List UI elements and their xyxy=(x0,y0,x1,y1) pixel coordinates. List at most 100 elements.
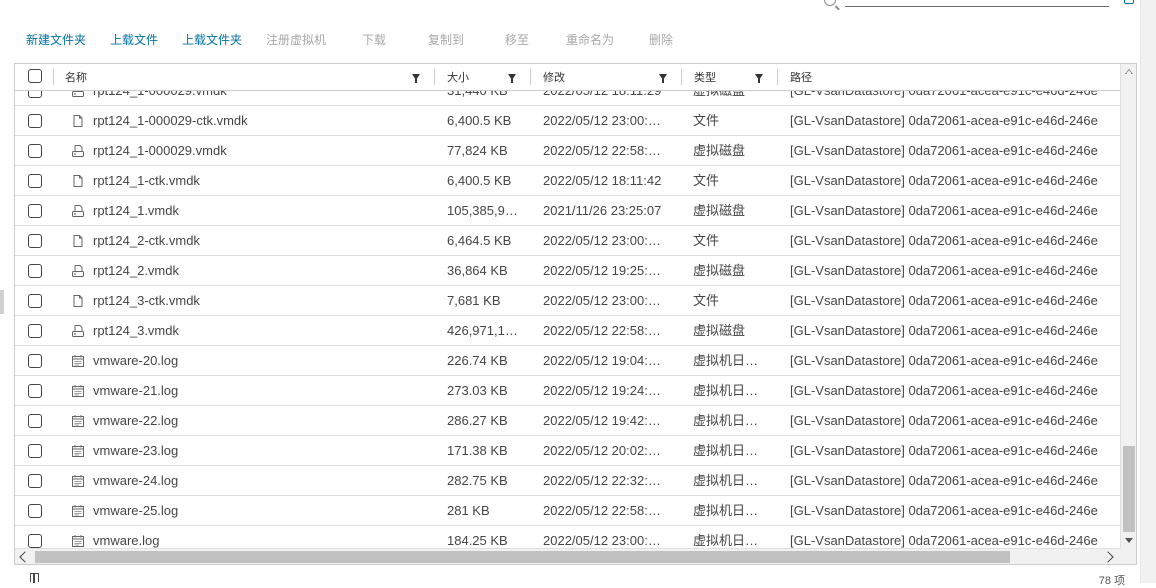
row-checkbox[interactable] xyxy=(28,294,42,308)
download-button[interactable]: 下载 xyxy=(362,31,428,48)
table-row[interactable]: vmware-22.log 286.27 KB 2022/05/12 19:42:…… xyxy=(15,406,1120,436)
vertical-scrollbar[interactable] xyxy=(1120,64,1136,548)
row-checkbox[interactable] xyxy=(28,534,42,548)
table-row[interactable]: rpt124_1-000029-ctk.vmdk 6,400.5 KB 2022/0… xyxy=(15,106,1120,136)
table-row[interactable]: vmware-20.log 226.74 KB 2022/05/12 19:04:…… xyxy=(15,346,1120,376)
rename-button[interactable]: 重命名为 xyxy=(566,31,649,48)
file-path: [GL-VsanDatastore] 0da72061-acea-e91c-e4… xyxy=(790,263,1098,278)
row-checkbox[interactable] xyxy=(28,414,42,428)
file-name[interactable]: vmware-21.log xyxy=(93,376,433,405)
file-name[interactable]: rpt124_1-ctk.vmdk xyxy=(93,166,433,195)
column-toggle-icon[interactable] xyxy=(30,573,39,583)
table-row[interactable]: rpt124_1-ctk.vmdk 6,400.5 KB 2022/05/12 18… xyxy=(15,166,1120,196)
scroll-down-icon[interactable] xyxy=(1125,538,1133,543)
row-checkbox[interactable] xyxy=(28,444,42,458)
panel-resize-handle[interactable] xyxy=(0,290,4,314)
column-divider[interactable] xyxy=(777,69,778,85)
file-name[interactable]: vmware-25.log xyxy=(93,496,433,525)
file-name[interactable]: rpt124_3-ctk.vmdk xyxy=(93,286,433,315)
row-checkbox[interactable] xyxy=(28,354,42,368)
file-name[interactable]: vmware.log xyxy=(93,526,433,548)
file-name[interactable]: rpt124_3.vmdk xyxy=(93,316,433,345)
file-type: 虚拟机日… xyxy=(693,413,759,428)
file-toolbar: 新建文件夹 上载文件 上载文件夹 注册虚拟机 下载 复制到 移至 重命名为 删除 xyxy=(26,30,689,48)
scroll-left-icon[interactable] xyxy=(19,551,31,563)
file-name[interactable]: vmware-24.log xyxy=(93,466,433,495)
table-row[interactable]: vmware.log 184.25 KB 2022/05/12 23:00:… 虚拟机… xyxy=(15,526,1120,548)
file-name[interactable]: rpt124_1-000029.vmdk xyxy=(93,136,433,165)
scroll-right-icon[interactable] xyxy=(1102,551,1114,563)
column-divider[interactable] xyxy=(681,69,682,85)
row-checkbox[interactable] xyxy=(28,204,42,218)
row-checkbox[interactable] xyxy=(28,384,42,398)
search-input[interactable] xyxy=(845,0,1109,7)
upload-folder-button[interactable]: 上载文件夹 xyxy=(182,31,266,48)
row-checkbox[interactable] xyxy=(28,264,42,278)
column-divider[interactable] xyxy=(530,69,531,85)
row-checkbox[interactable] xyxy=(28,474,42,488)
file-path: [GL-VsanDatastore] 0da72061-acea-e91c-e4… xyxy=(790,143,1098,158)
log-file-icon xyxy=(71,414,85,428)
file-modified: 2022/05/12 22:58:… xyxy=(543,323,661,338)
delete-button[interactable]: 删除 xyxy=(649,31,689,48)
table-row[interactable]: vmware-23.log 171.38 KB 2022/05/12 20:02:…… xyxy=(15,436,1120,466)
row-checkbox[interactable] xyxy=(28,144,42,158)
log-file-icon xyxy=(71,444,85,458)
column-header-type[interactable]: 类型 xyxy=(694,64,716,90)
table-row[interactable]: vmware-24.log 282.75 KB 2022/05/12 22:32:…… xyxy=(15,466,1120,496)
copy-to-button[interactable]: 复制到 xyxy=(428,31,505,48)
row-checkbox[interactable] xyxy=(28,504,42,518)
row-checkbox[interactable] xyxy=(28,114,42,128)
column-header-path[interactable]: 路径 xyxy=(790,64,812,90)
upload-file-button[interactable]: 上载文件 xyxy=(110,31,182,48)
column-header-name[interactable]: 名称 xyxy=(65,64,87,90)
file-path: [GL-VsanDatastore] 0da72061-acea-e91c-e4… xyxy=(790,113,1098,128)
file-name[interactable]: rpt124_1.vmdk xyxy=(93,196,433,225)
filter-icon[interactable] xyxy=(755,74,763,83)
table-row[interactable]: rpt124_2.vmdk 36,864 KB 2022/05/12 19:25:…… xyxy=(15,256,1120,286)
column-header-size[interactable]: 大小 xyxy=(447,64,469,90)
table-row[interactable]: vmware-21.log 273.03 KB 2022/05/12 19:24:…… xyxy=(15,376,1120,406)
column-divider[interactable] xyxy=(434,69,435,85)
filter-icon[interactable] xyxy=(659,74,667,83)
row-checkbox[interactable] xyxy=(28,91,42,98)
row-checkbox[interactable] xyxy=(28,234,42,248)
table-row[interactable]: rpt124_2-ctk.vmdk 6,464.5 KB 2022/05/12 23… xyxy=(15,226,1120,256)
table-row[interactable]: rpt124_1.vmdk 105,385,9… 2021/11/26 23:25:… xyxy=(15,196,1120,226)
file-name[interactable]: rpt124_1-000029.vmdk xyxy=(93,91,433,105)
file-size: 36,864 KB xyxy=(447,263,508,278)
horizontal-scroll-thumb[interactable] xyxy=(35,551,1010,563)
table-row[interactable]: rpt124_3.vmdk 426,971,1… 2022/05/12 22:58:… xyxy=(15,316,1120,346)
move-to-button[interactable]: 移至 xyxy=(505,31,566,48)
file-path: [GL-VsanDatastore] 0da72061-acea-e91c-e4… xyxy=(790,293,1098,308)
file-size: 77,824 KB xyxy=(447,143,508,158)
file-name[interactable]: rpt124_2-ctk.vmdk xyxy=(93,226,433,255)
table-row[interactable]: vmware-25.log 281 KB 2022/05/12 22:58:… 虚拟机… xyxy=(15,496,1120,526)
select-all-checkbox[interactable] xyxy=(28,69,42,83)
row-checkbox[interactable] xyxy=(28,174,42,188)
column-header-modified[interactable]: 修改 xyxy=(543,64,565,90)
filter-icon[interactable] xyxy=(412,74,420,83)
row-checkbox[interactable] xyxy=(28,324,42,338)
file-size: 426,971,1… xyxy=(447,323,518,338)
file-name[interactable]: rpt124_1-000029-ctk.vmdk xyxy=(93,106,433,135)
file-path: [GL-VsanDatastore] 0da72061-acea-e91c-e4… xyxy=(790,473,1098,488)
file-type: 文件 xyxy=(693,233,720,248)
file-modified: 2022/05/12 22:58:… xyxy=(543,503,661,518)
file-name[interactable]: vmware-22.log xyxy=(93,406,433,435)
filter-icon[interactable] xyxy=(508,74,516,83)
new-folder-button[interactable]: 新建文件夹 xyxy=(26,31,110,48)
file-name[interactable]: rpt124_2.vmdk xyxy=(93,256,433,285)
vertical-scroll-thumb[interactable] xyxy=(1123,446,1135,532)
file-name[interactable]: vmware-20.log xyxy=(93,346,433,375)
file-size: 6,400.5 KB xyxy=(447,173,512,188)
horizontal-scrollbar[interactable] xyxy=(15,548,1120,564)
register-vm-button[interactable]: 注册虚拟机 xyxy=(266,31,362,48)
table-row[interactable]: rpt124_1-000029.vmdk 77,824 KB 2022/05/12 … xyxy=(15,136,1120,166)
export-icon[interactable] xyxy=(1124,0,1134,4)
log-file-icon xyxy=(71,474,85,488)
scroll-up-icon[interactable] xyxy=(1125,69,1133,74)
table-row[interactable]: rpt124_1-000029.vmdk 31,440 KB 2022/05/12 … xyxy=(15,91,1120,106)
file-name[interactable]: vmware-23.log xyxy=(93,436,433,465)
table-row[interactable]: rpt124_3-ctk.vmdk 7,681 KB 2022/05/12 23:0… xyxy=(15,286,1120,316)
